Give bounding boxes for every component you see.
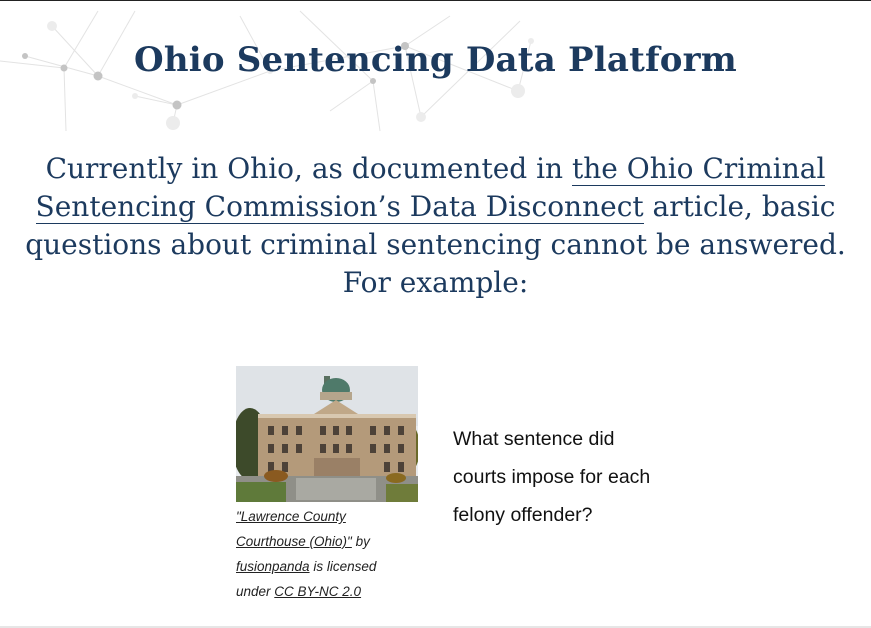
example-question: What sentence did courts impose for each… <box>453 428 651 526</box>
caption-by-text: by <box>351 534 370 549</box>
page-title: Ohio Sentencing Data Platform <box>134 40 737 80</box>
photo-author-link[interactable]: fusionpanda <box>236 559 310 574</box>
photo-caption: "Lawrence County Courthouse (Ohio)" by f… <box>236 504 411 604</box>
intro-paragraph: Currently in Ohio, as documented in the … <box>20 150 851 302</box>
license-link[interactable]: CC BY-NC 2.0 <box>274 584 361 599</box>
courthouse-photo <box>236 366 418 502</box>
photo-title-link[interactable]: "Lawrence County Courthouse (Ohio)" <box>236 509 352 549</box>
intro-text-before: Currently in Ohio, as documented in <box>45 152 572 185</box>
